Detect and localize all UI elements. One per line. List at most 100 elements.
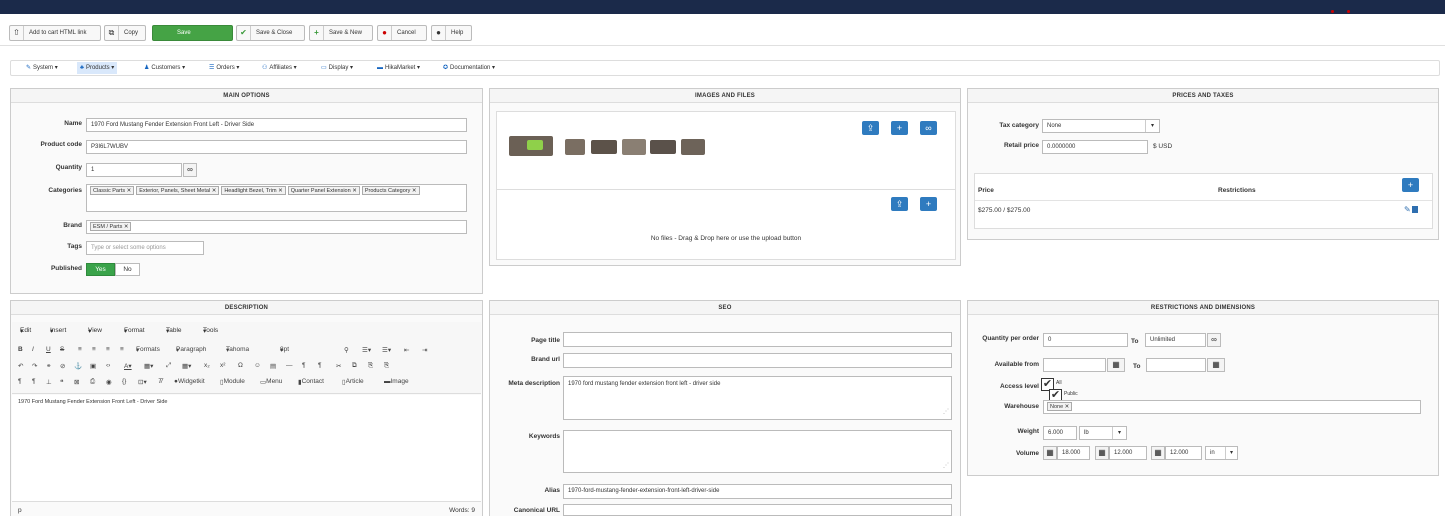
paste-icon[interactable]: ⎘ — [368, 362, 373, 370]
rtl-icon[interactable]: ¶ — [302, 362, 306, 369]
volume-width-input[interactable]: 12.000 — [1109, 446, 1147, 460]
available-to-input[interactable] — [1146, 358, 1206, 372]
published-no-toggle[interactable]: No — [115, 263, 140, 276]
visual-blocks-icon[interactable]: ⊠ — [74, 378, 79, 386]
unlimited-button[interactable]: ∞ — [1207, 333, 1221, 347]
formats-dropdown[interactable]: Formats ▾ — [136, 346, 160, 354]
preview-icon[interactable]: ◉ — [106, 378, 112, 386]
category-tag[interactable]: Exterior, Panels, Sheet Metal ✕ — [136, 186, 220, 195]
template-icon[interactable]: ⊥ — [46, 378, 52, 386]
category-tag[interactable]: Quarter Panel Extension ✕ — [287, 186, 360, 195]
module-button[interactable]: ▯ Module — [220, 378, 245, 386]
quantity-per-order-to-input[interactable]: Unlimited — [1145, 333, 1206, 347]
cancel-button[interactable]: ● Cancel — [377, 25, 427, 41]
special-char-icon[interactable]: Ω — [238, 362, 243, 369]
text-color-icon[interactable]: A▾ — [124, 362, 132, 370]
tags-input[interactable]: Type or select some options — [86, 241, 204, 255]
editor-content-area[interactable]: 1970 Ford Mustang Fender Extension Front… — [12, 395, 481, 501]
article-button[interactable]: ▯ Article — [342, 378, 364, 386]
available-from-input[interactable] — [1043, 358, 1106, 372]
menu-documentation[interactable]: ✪ Documentation ▾ — [443, 64, 495, 71]
name-input[interactable]: 1970 Ford Mustang Fender Extension Front… — [86, 118, 467, 132]
menu-products[interactable]: ♣ Products ▾ — [77, 62, 118, 74]
align-justify-icon[interactable]: ≡ — [120, 346, 124, 353]
blockquote-icon[interactable]: ❝ — [60, 378, 64, 386]
menu-display[interactable]: ▭ Display ▾ — [321, 64, 353, 71]
keywords-textarea[interactable]: ⋰ — [563, 430, 952, 473]
media-icon[interactable]: ▤ — [270, 362, 276, 370]
editor-menu-edit[interactable]: Edit ▾ — [20, 327, 31, 335]
strikethrough-icon[interactable]: S — [60, 346, 64, 353]
indent-icon[interactable]: ⇥ — [422, 346, 427, 354]
image-icon[interactable]: ▣ — [90, 362, 96, 370]
page-title-input[interactable] — [563, 332, 952, 347]
resize-handle-icon[interactable]: ⋰ — [943, 405, 949, 419]
redo-icon[interactable]: ↷ — [32, 362, 37, 370]
product-thumbnail[interactable] — [509, 136, 553, 156]
upload-file-button[interactable]: ⇪ — [891, 197, 908, 211]
alias-input[interactable]: 1970-ford-mustang-fender-extension-front… — [563, 484, 952, 499]
numbered-list-icon[interactable]: ☰▾ — [382, 346, 391, 354]
product-thumbnail[interactable] — [565, 139, 585, 155]
print-icon[interactable]: ⎙ — [90, 378, 95, 386]
trash-icon[interactable] — [1412, 206, 1418, 213]
visual-chars-icon[interactable]: ¶ — [32, 378, 36, 385]
font-family-dropdown[interactable]: Tahoma ▾ — [226, 346, 249, 354]
weight-unit-select[interactable]: lb ▾ — [1079, 426, 1127, 440]
editor-menu-format[interactable]: Format ▾ — [124, 327, 145, 335]
add-price-button[interactable]: + — [1402, 178, 1419, 192]
align-left-icon[interactable]: ≡ — [78, 346, 82, 353]
font-size-dropdown[interactable]: 8pt ▾ — [280, 346, 289, 354]
pilcrow-icon[interactable]: ¶ — [18, 378, 22, 385]
resize-handle-icon[interactable]: ⋰ — [943, 460, 949, 472]
quantity-input[interactable]: 1 — [86, 163, 182, 177]
product-thumbnail[interactable] — [650, 140, 676, 154]
background-color-icon[interactable]: ▦▾ — [144, 362, 153, 370]
outdent-icon[interactable]: ⇤ — [404, 346, 409, 354]
image-insert-button[interactable]: ▬ Image — [384, 378, 409, 385]
weight-input[interactable]: 6.000 — [1043, 426, 1077, 440]
link-icon[interactable]: ⚭ — [46, 362, 51, 370]
bold-icon[interactable]: B — [18, 346, 23, 353]
binoculars-icon[interactable]: ⚲ — [344, 346, 349, 354]
copy-icon[interactable]: ⧉ — [352, 362, 357, 370]
contact-button[interactable]: ▮ Contact — [298, 378, 324, 386]
table-icon[interactable]: ▦▾ — [182, 362, 191, 370]
infinity-button[interactable]: ∞ — [183, 163, 197, 177]
add-image-button[interactable]: + — [891, 121, 908, 135]
editor-menu-view[interactable]: View ▾ — [88, 327, 102, 335]
align-right-icon[interactable]: ≡ — [106, 346, 110, 353]
published-yes-toggle[interactable]: Yes — [86, 263, 115, 276]
copy-button[interactable]: ⧉ Copy — [104, 25, 146, 41]
source-code-icon[interactable]: {} — [122, 378, 126, 385]
underline-icon[interactable]: U — [46, 346, 51, 353]
upload-image-button[interactable]: ⇪ — [862, 121, 879, 135]
superscript-icon[interactable]: x² — [220, 362, 225, 369]
calendar-to-button[interactable]: ▦ — [1207, 358, 1225, 372]
italic-icon[interactable]: I — [32, 346, 34, 353]
subscript-icon[interactable]: x₂ — [204, 362, 210, 369]
undo-icon[interactable]: ↶ — [18, 362, 23, 370]
quantity-per-order-from-input[interactable]: 0 — [1043, 333, 1128, 347]
help-button[interactable]: ● Help — [431, 25, 472, 41]
product-thumbnail[interactable] — [681, 139, 705, 155]
menu-affiliates[interactable]: ⚇ Affiliates ▾ — [262, 64, 297, 71]
unlink-icon[interactable]: ⊘ — [60, 362, 65, 370]
clear-format-icon[interactable]: T̸ — [158, 378, 162, 385]
warehouse-tag[interactable]: None ✕ — [1047, 402, 1073, 411]
anchor-icon[interactable]: ⚓ — [74, 362, 82, 370]
edit-price-icon[interactable]: ✎ — [1404, 205, 1411, 214]
volume-unit-select[interactable]: in ▾ — [1205, 446, 1238, 460]
save-button[interactable]: Save — [152, 25, 233, 41]
meta-description-textarea[interactable]: 1970 ford mustang fender extension front… — [563, 376, 952, 420]
horizontal-rule-icon[interactable]: — — [286, 362, 293, 369]
widgetkit-button[interactable]: ● Widgetkit — [174, 378, 205, 385]
brand-url-input[interactable] — [563, 353, 952, 368]
ltr-icon[interactable]: ¶ — [318, 362, 322, 369]
brand-field[interactable]: ESM / Parts ✕ — [86, 220, 467, 234]
save-new-button[interactable]: + Save & New — [309, 25, 373, 41]
fullscreen-icon[interactable]: ⤢ — [166, 362, 171, 370]
menu-customers[interactable]: ♟ Customers ▾ — [144, 64, 185, 71]
editor-menu-tools[interactable]: Tools ▾ — [203, 327, 218, 335]
link-image-button[interactable]: ∞ — [920, 121, 937, 135]
